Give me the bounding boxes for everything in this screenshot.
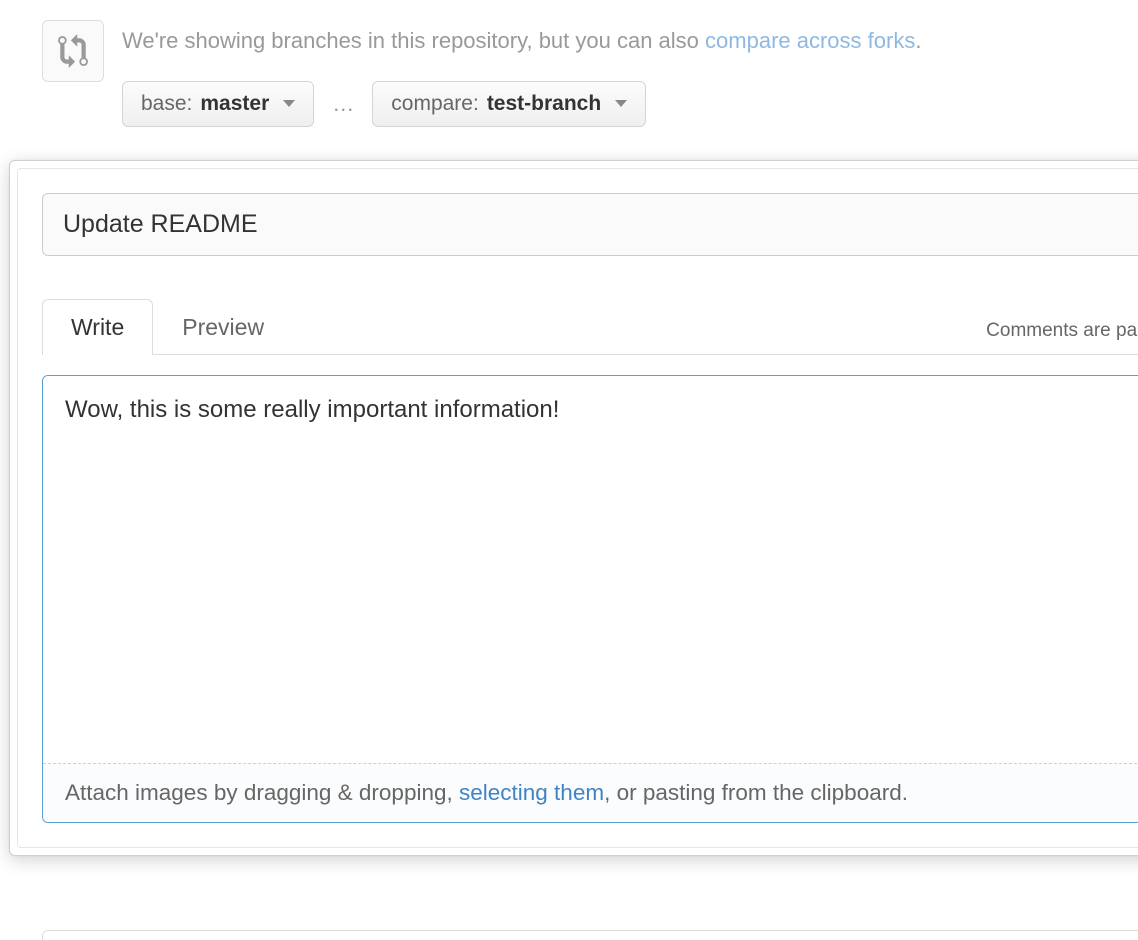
tab-write[interactable]: Write bbox=[42, 299, 153, 355]
base-branch-value: master bbox=[200, 92, 269, 116]
base-branch-label: base: bbox=[141, 92, 192, 116]
branch-separator: … bbox=[328, 91, 358, 117]
compare-header: We're showing branches in this repositor… bbox=[0, 0, 1138, 127]
chevron-down-icon bbox=[615, 100, 627, 107]
attach-hint-prefix: Attach images by dragging & dropping, bbox=[65, 780, 459, 805]
comment-textarea[interactable]: Wow, this is some really important infor… bbox=[43, 376, 1138, 758]
attach-hint-suffix: , or pasting from the clipboard. bbox=[604, 780, 908, 805]
chevron-down-icon bbox=[283, 100, 295, 107]
comment-body-container: Wow, this is some really important infor… bbox=[42, 375, 1138, 823]
banner-text: We're showing branches in this repositor… bbox=[122, 26, 1138, 57]
attach-select-link[interactable]: selecting them bbox=[459, 780, 604, 805]
base-branch-selector[interactable]: base: master bbox=[122, 81, 314, 127]
compare-branch-label: compare: bbox=[391, 92, 479, 116]
banner-prefix: We're showing branches in this repositor… bbox=[122, 28, 705, 53]
bottom-panel-edge bbox=[42, 930, 1138, 940]
attach-hint-bar[interactable]: Attach images by dragging & dropping, se… bbox=[43, 763, 1138, 822]
compare-icon bbox=[42, 20, 104, 82]
comment-tabs: Write Preview bbox=[42, 298, 293, 354]
banner-suffix: . bbox=[915, 28, 921, 53]
comment-tabs-row: Write Preview Comments are pars bbox=[42, 298, 1138, 355]
pr-title-input[interactable] bbox=[42, 193, 1138, 256]
compare-branch-value: test-branch bbox=[487, 92, 601, 116]
compare-branch-selector[interactable]: compare: test-branch bbox=[372, 81, 646, 127]
pull-request-editor-inner: Write Preview Comments are pars Wow, thi… bbox=[17, 168, 1138, 848]
compare-header-content: We're showing branches in this repositor… bbox=[122, 20, 1138, 127]
tab-preview[interactable]: Preview bbox=[153, 299, 293, 355]
branch-selector-row: base: master … compare: test-branch bbox=[122, 81, 1138, 127]
compare-forks-link[interactable]: compare across forks bbox=[705, 28, 915, 53]
markdown-parse-hint: Comments are pars bbox=[986, 320, 1138, 354]
pull-request-editor-panel: Write Preview Comments are pars Wow, thi… bbox=[9, 160, 1138, 856]
